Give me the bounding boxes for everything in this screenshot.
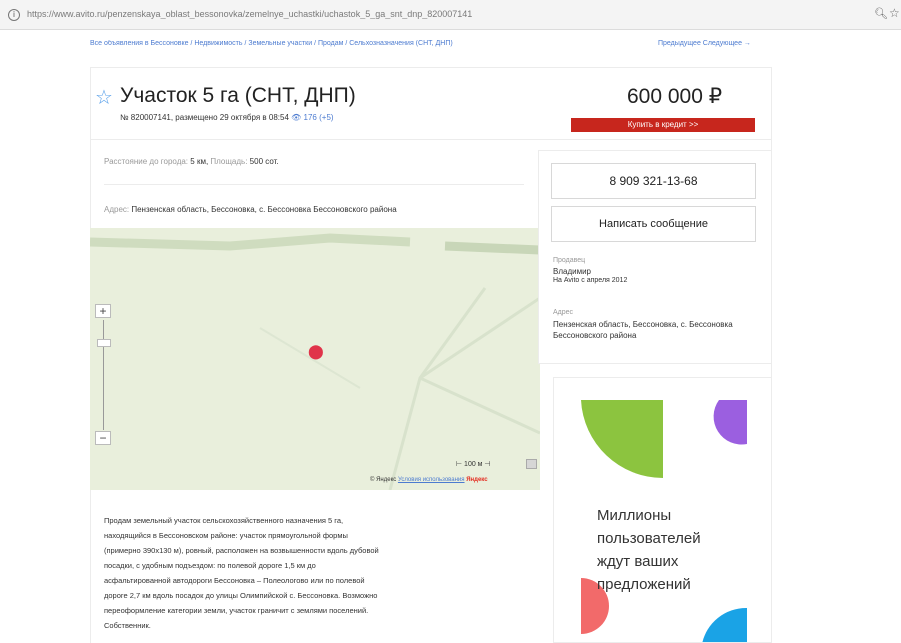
ad-line: ждут ваших	[597, 553, 679, 570]
write-message-button[interactable]: Написать сообщение	[551, 206, 756, 242]
page-title: Участок 5 га (СНТ, ДНП)	[120, 84, 356, 107]
seller-since: На Avito с апреля 2012	[553, 277, 628, 284]
area-label: Площадь:	[210, 157, 248, 166]
map-zoom-slider-track[interactable]	[103, 320, 104, 430]
map-terms-link[interactable]: Условия использования	[398, 477, 465, 483]
ad-line: Миллионы	[597, 507, 672, 524]
contact-address-value: Пензенская область, Бессоновка, с. Бессо…	[553, 320, 733, 340]
description: Продам земельный участок сельскохозяйств…	[104, 513, 514, 633]
phone-button[interactable]: 8 909 321-13-68	[551, 163, 756, 199]
address-label: Адрес:	[104, 205, 130, 214]
area-value: 500 сот.	[249, 157, 279, 166]
description-line: переоформление категории земли, участок …	[104, 606, 369, 615]
zoom-icon[interactable]: 🔍︎	[874, 7, 888, 20]
contact-address-label: Адрес	[553, 309, 574, 316]
breadcrumb[interactable]: Все объявления в Бессоновке / Недвижимос…	[90, 40, 670, 47]
prev-next-nav[interactable]: Предыдущее Следующее →	[658, 40, 751, 47]
listing-meta: № 820007141, размещено 29 октября в 08:5…	[120, 113, 334, 122]
ruler-icon[interactable]	[526, 459, 537, 469]
ad-purple-shape	[713, 400, 747, 445]
map[interactable]	[90, 228, 540, 490]
map-pin-icon[interactable]: ⬤	[308, 344, 324, 358]
description-line: посадки, с удобным подъездом: по полевой…	[104, 561, 316, 570]
map-zoom-slider-handle[interactable]	[97, 339, 111, 347]
address-bar[interactable]: i https://www.avito.ru/penzenskaya_oblas…	[0, 0, 901, 30]
seller-name[interactable]: Владимир	[553, 267, 591, 276]
yandex-logo[interactable]: Яндекс	[466, 477, 487, 483]
map-scale-value: 100 м	[464, 461, 483, 468]
ad-blue-shape	[702, 607, 747, 642]
views-count[interactable]: 👁︎ 176 (+5)	[291, 113, 333, 122]
listing-meta-text: № 820007141, размещено 29 октября в 08:5…	[120, 113, 289, 122]
info-icon[interactable]: i	[8, 9, 20, 21]
map-credit: © Яндекс Условия использования Яндекс	[370, 477, 488, 483]
map-zoom-out-button[interactable]: −	[95, 431, 111, 445]
map-scale: ⊢ 100 м ⊣	[456, 461, 491, 468]
seller-label: Продавец	[553, 257, 586, 264]
distance-value: 5 км	[190, 157, 206, 166]
buy-credit-button[interactable]: Купить в кредит >>	[571, 118, 755, 132]
price: 600 000 ₽	[627, 85, 723, 108]
map-zoom-in-button[interactable]: +	[95, 304, 111, 318]
distance-label: Расстояние до города:	[104, 157, 189, 166]
views-value: 176 (+5)	[303, 113, 334, 122]
address-value: Пензенская область, Бессоновка, с. Бессо…	[131, 205, 397, 214]
description-line: дороге 2,7 км вдоль посадок до улицы Оли…	[104, 591, 378, 600]
divider	[104, 184, 524, 185]
description-line: асфальтированной автодороги Бессоновка –…	[104, 576, 365, 585]
description-line: (примерно 390х130 м), ровный, расположен…	[104, 546, 379, 555]
description-line: находящийся в Бессоновском районе: участ…	[104, 531, 348, 540]
address-row: Адрес: Пензенская область, Бессоновка, с…	[104, 205, 397, 214]
divider	[90, 139, 772, 140]
map-roads	[90, 233, 540, 490]
ad-line: предложений	[597, 576, 691, 593]
params-row: Расстояние до города: 5 км, Площадь: 500…	[104, 157, 279, 166]
description-line: Продам земельный участок сельскохозяйств…	[104, 516, 344, 525]
url-text[interactable]: https://www.avito.ru/penzenskaya_oblast_…	[27, 9, 787, 19]
star-icon[interactable]: ☆	[889, 6, 900, 20]
description-line: Собственник.	[104, 621, 151, 630]
ad-text[interactable]: Миллионы пользователей ждут ваших предло…	[597, 504, 757, 596]
ad-green-shape	[581, 400, 663, 479]
favorite-star-icon[interactable]: ☆	[95, 87, 113, 107]
map-credit-prefix: © Яндекс	[370, 477, 397, 483]
ad-line: пользователей	[597, 530, 701, 547]
